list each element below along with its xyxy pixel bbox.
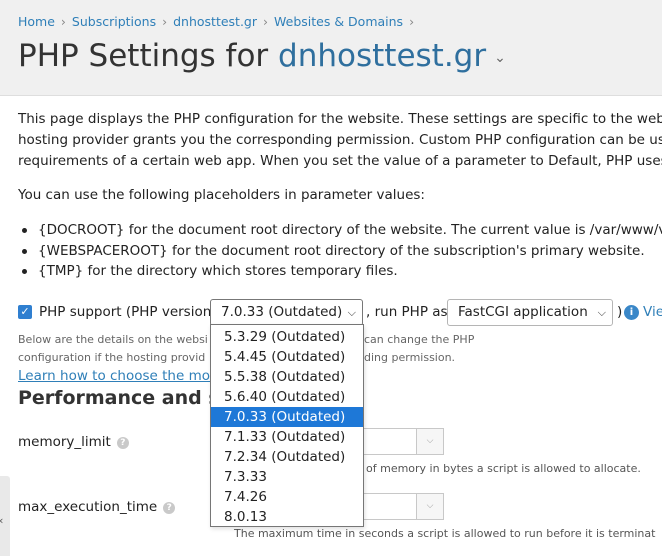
breadcrumb-separator-icon: › [162, 14, 168, 29]
php-handler-value: FastCGI application [458, 304, 588, 320]
note-text: configuration if the hosting provid [18, 351, 206, 364]
param-label-max-execution-time: max_execution_time? [18, 499, 176, 515]
php-version-option[interactable]: 5.5.38 (Outdated) [211, 367, 363, 387]
list-item: {TMP} for the directory which stores tem… [18, 261, 662, 282]
breadcrumb: Home › Subscriptions › dnhosttest.gr › Website… [18, 14, 420, 29]
breadcrumb-home[interactable]: Home [18, 14, 55, 29]
page-title-domain[interactable]: dnhosttest.gr [278, 38, 486, 74]
param-hint: of memory in bytes a script is allowed t… [366, 462, 641, 475]
learn-how-link[interactable]: Learn how to choose the mos [18, 368, 217, 384]
description-line: This page displays the PHP configuration… [18, 111, 662, 127]
chevron-left-icon: ‹ [0, 514, 3, 527]
breadcrumb-websites-domains[interactable]: Websites & Domains [274, 14, 403, 29]
php-handler-select[interactable]: FastCGI application ⌵ [447, 299, 613, 326]
memory-limit-input[interactable] [362, 428, 417, 455]
breadcrumb-subscription[interactable]: dnhosttest.gr [173, 14, 257, 29]
param-label-memory-limit: memory_limit? [18, 434, 129, 450]
page-title: PHP Settings for dnhosttest.gr ⌄ [18, 38, 506, 74]
description-line: hosting provider grants you the correspo… [18, 132, 662, 148]
list-item: {DOCROOT} for the document root director… [18, 220, 662, 241]
chevron-down-icon[interactable]: ⌵ [416, 428, 444, 455]
breadcrumb-separator-icon: › [60, 14, 66, 29]
php-version-option[interactable]: 7.4.26 [211, 487, 363, 507]
php-version-option[interactable]: 7.3.33 [211, 467, 363, 487]
page-header: Home › Subscriptions › dnhosttest.gr › Website… [0, 0, 662, 96]
chevron-down-icon: ⌵ [347, 306, 356, 319]
php-version-option[interactable]: 5.6.40 (Outdated) [211, 387, 363, 407]
php-version-option[interactable]: 7.2.34 (Outdated) [211, 447, 363, 467]
chevron-down-icon[interactable]: ⌵ [416, 493, 444, 520]
php-version-option[interactable]: 5.3.29 (Outdated) [211, 327, 363, 347]
note-text: ding permission. [364, 351, 456, 364]
max-execution-time-input[interactable] [362, 493, 417, 520]
side-panel-tab[interactable]: ‹ [0, 476, 10, 556]
note-text: can change the PHP [364, 333, 475, 346]
param-name: memory_limit [18, 434, 111, 450]
view-link[interactable]: Vie [643, 304, 662, 320]
page-description: This page displays the PHP configuration… [18, 109, 662, 172]
section-title: Performance and se [18, 387, 233, 409]
php-version-dropdown[interactable]: 5.3.29 (Outdated) 5.4.45 (Outdated) 5.5.… [210, 324, 364, 527]
php-support-checkbox[interactable]: ✓ [18, 305, 32, 319]
help-icon[interactable]: ? [163, 502, 176, 514]
info-icon[interactable]: i [624, 305, 639, 320]
breadcrumb-separator-icon: › [263, 14, 269, 29]
description-line: requirements of a certain web app. When … [18, 153, 662, 169]
note-text: Below are the details on the websi [18, 333, 208, 346]
breadcrumb-separator-icon: › [409, 14, 415, 29]
php-support-label: PHP support (PHP version [39, 304, 212, 320]
closing-paren: ) [617, 304, 623, 320]
chevron-down-icon: ⌵ [597, 306, 606, 319]
placeholders-list: {DOCROOT} for the document root director… [18, 220, 662, 282]
list-item: {WEBSPACEROOT} for the document root dir… [18, 241, 662, 262]
breadcrumb-subscriptions[interactable]: Subscriptions [72, 14, 156, 29]
help-icon[interactable]: ? [116, 437, 129, 449]
php-version-select[interactable]: 7.0.33 (Outdated) ⌵ [210, 299, 363, 326]
php-version-option[interactable]: 7.0.33 (Outdated) [211, 407, 363, 427]
param-hint: The maximum time in seconds a script is … [234, 527, 656, 540]
php-version-option[interactable]: 8.0.13 [211, 507, 363, 527]
run-php-as-label: , run PHP as [366, 304, 448, 320]
chevron-down-icon[interactable]: ⌄ [494, 50, 506, 66]
php-version-option[interactable]: 7.1.33 (Outdated) [211, 427, 363, 447]
page-title-prefix: PHP Settings for [18, 38, 279, 74]
php-version-option[interactable]: 5.4.45 (Outdated) [211, 347, 363, 367]
php-version-value: 7.0.33 (Outdated) [221, 304, 343, 320]
placeholders-intro: You can use the following placeholders i… [18, 187, 425, 203]
param-name: max_execution_time [18, 499, 158, 515]
